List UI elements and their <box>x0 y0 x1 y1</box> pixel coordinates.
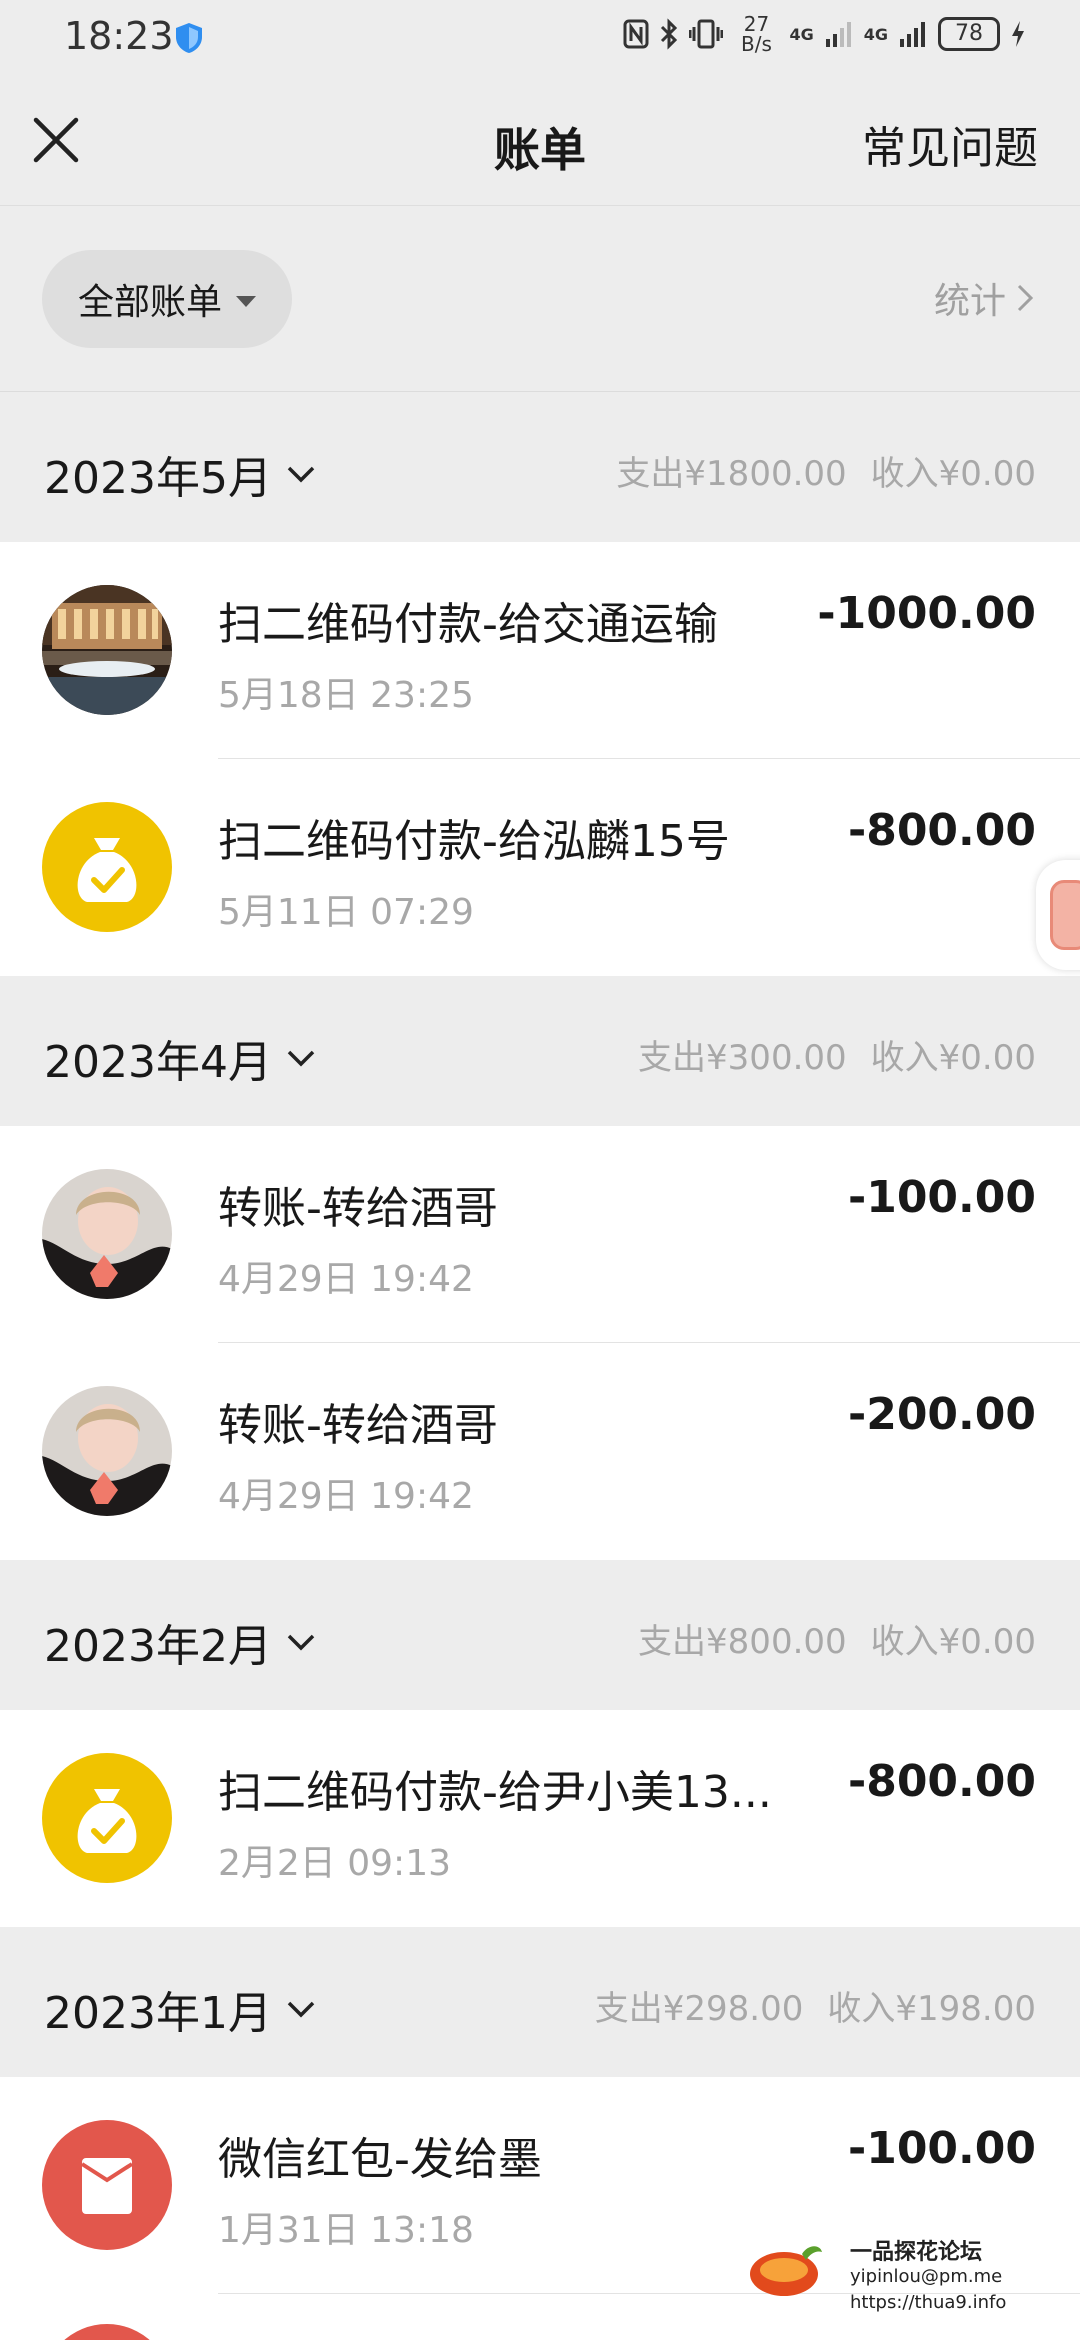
transaction-time: 4月29日 19:42 <box>218 1476 474 1517</box>
month-selector[interactable]: 2023年5月 <box>44 442 316 506</box>
net-speed-value: 27 <box>743 12 770 36</box>
transaction-amount: -200.00 <box>847 1389 1036 1440</box>
transaction-amount: -1000.00 <box>817 588 1036 639</box>
nav-bar: 账单 常见问题 <box>0 76 1080 206</box>
watermark-line2: yipinlou@pm.me <box>850 2266 1003 2287</box>
transaction-row[interactable]: 扫二维码付款-给尹小美13... 2月2日 09:13 -800.00 <box>0 1710 1080 1927</box>
month-header[interactable]: 2023年1月 支出¥298.00 收入¥198.00 <box>0 1927 1080 2077</box>
month-expense: 支出¥1800.00 <box>616 454 847 494</box>
month-income: 收入¥0.00 <box>870 454 1036 494</box>
red-packet-avatar <box>42 2120 172 2250</box>
month-expense: 支出¥800.00 <box>638 1622 847 1662</box>
stats-label: 统计 <box>933 281 1006 322</box>
transaction-title: 扫二维码付款-给尹小美13... <box>218 1767 772 1818</box>
transaction-time: 1月31日 13:18 <box>218 2210 474 2251</box>
month-summary: 支出¥800.00 收入¥0.00 <box>638 1614 1036 1663</box>
transaction-amount: -800.00 <box>847 1756 1036 1807</box>
red-packet-avatar <box>42 2324 172 2340</box>
floating-window-icon <box>1050 880 1080 950</box>
transaction-title: 微信红包-发给墨 <box>218 2134 542 2185</box>
charging-icon <box>1012 21 1024 47</box>
hotel-photo-avatar <box>42 585 172 715</box>
transaction-row[interactable]: 扫二维码付款-给交通运输 5月18日 23:25 -1000.00 <box>0 542 1080 759</box>
net-speed-unit: B/s <box>741 32 772 56</box>
signal-icon <box>825 22 851 47</box>
signal-icon <box>900 22 925 47</box>
month-summary: 支出¥300.00 收入¥0.00 <box>638 1030 1036 1079</box>
net-speed: 27 B/s <box>733 14 779 54</box>
month-expense: 支出¥298.00 <box>594 1989 804 2029</box>
battery-indicator: 78 <box>938 17 1000 51</box>
month-selector[interactable]: 2023年2月 <box>44 1610 316 1674</box>
money-bag-icon <box>77 1789 137 1853</box>
status-icons: 27 B/s 4G 4G 78 <box>623 14 1026 54</box>
month-header[interactable]: 2023年2月 支出¥800.00 收入¥0.00 <box>0 1560 1080 1710</box>
chevron-down-icon <box>287 466 315 483</box>
month-expense: 支出¥300.00 <box>638 1038 847 1078</box>
person-photo <box>42 1169 172 1299</box>
month-summary: 支出¥298.00 收入¥198.00 <box>595 1981 1036 2030</box>
filter-bar: 全部账单 统计 <box>0 206 1080 392</box>
watermark-line3: https://thua9.info <box>850 2292 1007 2313</box>
month-header[interactable]: 2023年5月 支出¥1800.00 收入¥0.00 <box>0 392 1080 542</box>
vibrate-icon <box>689 19 724 49</box>
bill-filter-button[interactable]: 全部账单 <box>42 250 292 348</box>
chevron-right-icon <box>1017 284 1034 312</box>
transaction-row[interactable]: 扫二维码付款-给泓麟15号 5月11日 07:29 -800.00 <box>0 759 1080 976</box>
month-header[interactable]: 2023年4月 支出¥300.00 收入¥0.00 <box>0 976 1080 1126</box>
person-photo <box>42 1386 172 1516</box>
shield-icon <box>176 23 202 53</box>
transaction-amount: -800.00 <box>847 805 1036 856</box>
transaction-time: 2月2日 09:13 <box>218 1843 451 1884</box>
nfc-icon <box>623 19 649 49</box>
month-income: 收入¥0.00 <box>870 1038 1036 1078</box>
chevron-down-icon <box>287 1634 315 1651</box>
month-label: 2023年2月 <box>44 1621 272 1672</box>
person-photo-avatar <box>42 1169 172 1299</box>
transaction-row[interactable]: 转账-转给酒哥 4月29日 19:42 -200.00 <box>0 1343 1080 1560</box>
watermark: 一品探花论坛 yipinlou@pm.me https://thua9.info <box>746 2230 1046 2322</box>
network-label-2: 4G <box>863 24 888 44</box>
transaction-time: 5月18日 23:25 <box>218 675 474 716</box>
money-bag-avatar <box>42 802 172 932</box>
transaction-time: 5月11日 07:29 <box>218 892 474 933</box>
transaction-row[interactable]: 转账-转给酒哥 4月29日 19:42 -100.00 <box>0 1126 1080 1343</box>
month-label: 2023年5月 <box>44 453 272 504</box>
transaction-time: 4月29日 19:42 <box>218 1259 474 1300</box>
faq-link[interactable]: 常见问题 <box>862 112 1038 176</box>
transaction-title: 转账-转给酒哥 <box>218 1400 498 1451</box>
month-summary: 支出¥1800.00 收入¥0.00 <box>616 446 1036 495</box>
month-selector[interactable]: 2023年1月 <box>44 1977 316 2041</box>
transaction-amount: -100.00 <box>847 2123 1036 2174</box>
month-label: 2023年4月 <box>44 1037 272 1088</box>
month-label: 2023年1月 <box>44 1988 272 2039</box>
transaction-title: 扫二维码付款-给泓麟15号 <box>218 816 730 867</box>
stats-link[interactable]: 统计 <box>934 272 1034 324</box>
status-bar: 18:23 27 B/s 4G 4G 78 <box>0 0 1080 76</box>
month-income: 收入¥198.00 <box>827 1989 1036 2029</box>
bluetooth-icon <box>661 18 678 50</box>
status-time: 18:23 <box>64 14 174 58</box>
person-photo-avatar <box>42 1386 172 1516</box>
chevron-down-icon <box>287 2001 315 2018</box>
watermark-line1: 一品探花论坛 <box>850 2240 983 2265</box>
chevron-down-icon <box>287 1050 315 1067</box>
watermark-logo <box>750 2246 822 2296</box>
bill-filter-label: 全部账单 <box>77 282 222 323</box>
month-income: 收入¥0.00 <box>870 1622 1036 1662</box>
transaction-amount: -100.00 <box>847 1172 1036 1223</box>
hotel-photo <box>42 585 172 715</box>
transaction-title: 转账-转给酒哥 <box>218 1183 498 1234</box>
month-selector[interactable]: 2023年4月 <box>44 1026 316 1090</box>
money-bag-avatar <box>42 1753 172 1883</box>
red-packet-icon <box>80 2158 134 2214</box>
transaction-title: 扫二维码付款-给交通运输 <box>218 599 718 650</box>
network-label-1: 4G <box>789 24 814 44</box>
money-bag-icon <box>77 838 137 902</box>
floating-handle[interactable] <box>1036 860 1080 970</box>
caret-down-icon <box>236 295 256 307</box>
